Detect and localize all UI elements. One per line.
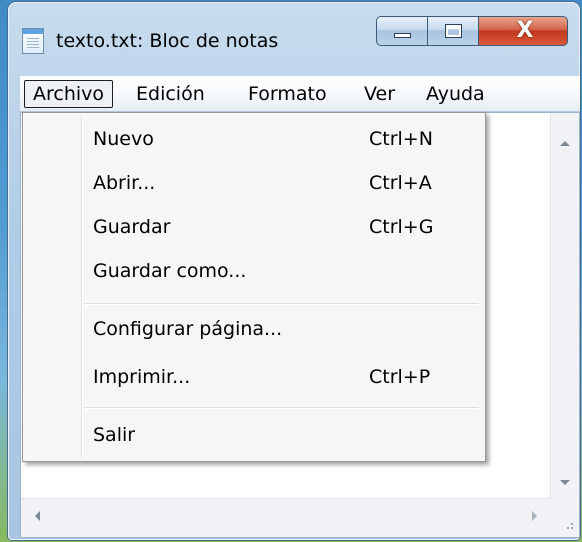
- menu-item-label: Salir: [93, 424, 136, 446]
- menu-item-configurar-pagina[interactable]: Configurar página...: [25, 309, 483, 351]
- maximize-icon: [445, 24, 462, 38]
- menu-bar: Archivo Edición Formato Ver Ayuda: [20, 76, 580, 112]
- menu-item-abrir[interactable]: Abrir... Ctrl+A: [25, 163, 483, 205]
- menu-edicion[interactable]: Edición: [128, 80, 213, 108]
- window-title: texto.txt: Bloc de notas: [56, 30, 279, 52]
- menu-item-shortcut: Ctrl+A: [369, 172, 432, 194]
- menu-item-label: Guardar: [93, 216, 171, 238]
- notepad-icon[interactable]: [22, 28, 44, 54]
- menu-item-label: Guardar como...: [93, 260, 247, 282]
- maximize-button[interactable]: [427, 16, 479, 46]
- menu-item-guardar[interactable]: Guardar Ctrl+G: [25, 207, 483, 249]
- scroll-left-icon[interactable]: [35, 511, 40, 521]
- menu-item-nuevo[interactable]: Nuevo Ctrl+N: [25, 119, 483, 161]
- title-bar[interactable]: texto.txt: Bloc de notas X: [8, 2, 580, 72]
- menu-archivo[interactable]: Archivo: [24, 80, 114, 108]
- menu-formato[interactable]: Formato: [240, 80, 335, 108]
- menu-item-label: Configurar página...: [93, 318, 283, 340]
- menu-item-shortcut: Ctrl+P: [369, 366, 431, 388]
- archivo-dropdown-menu: Nuevo Ctrl+N Abrir... Ctrl+A Guardar Ctr…: [22, 112, 486, 462]
- close-button[interactable]: X: [478, 16, 568, 46]
- menu-item-shortcut: Ctrl+G: [369, 216, 434, 238]
- scroll-right-icon[interactable]: [532, 511, 537, 521]
- close-icon: X: [516, 18, 534, 43]
- vertical-scrollbar[interactable]: [550, 113, 579, 499]
- menu-item-label: Nuevo: [93, 128, 154, 150]
- menu-item-salir[interactable]: Salir: [25, 415, 483, 457]
- menu-separator: [83, 407, 479, 409]
- scroll-down-icon[interactable]: [560, 480, 570, 485]
- menu-item-imprimir[interactable]: Imprimir... Ctrl+P: [25, 357, 483, 399]
- minimize-button[interactable]: [376, 16, 428, 46]
- scroll-up-icon[interactable]: [560, 141, 570, 146]
- horizontal-scrollbar[interactable]: [21, 498, 551, 537]
- menu-separator: [83, 303, 479, 305]
- menu-ayuda[interactable]: Ayuda: [418, 80, 493, 108]
- minimize-icon: [394, 33, 411, 38]
- menu-item-label: Abrir...: [93, 172, 156, 194]
- menu-ver[interactable]: Ver: [356, 80, 403, 108]
- menu-item-guardar-como[interactable]: Guardar como...: [25, 251, 483, 293]
- resize-grip-icon[interactable]: [551, 499, 579, 537]
- menu-item-label: Imprimir...: [93, 366, 191, 388]
- menu-item-shortcut: Ctrl+N: [369, 128, 433, 150]
